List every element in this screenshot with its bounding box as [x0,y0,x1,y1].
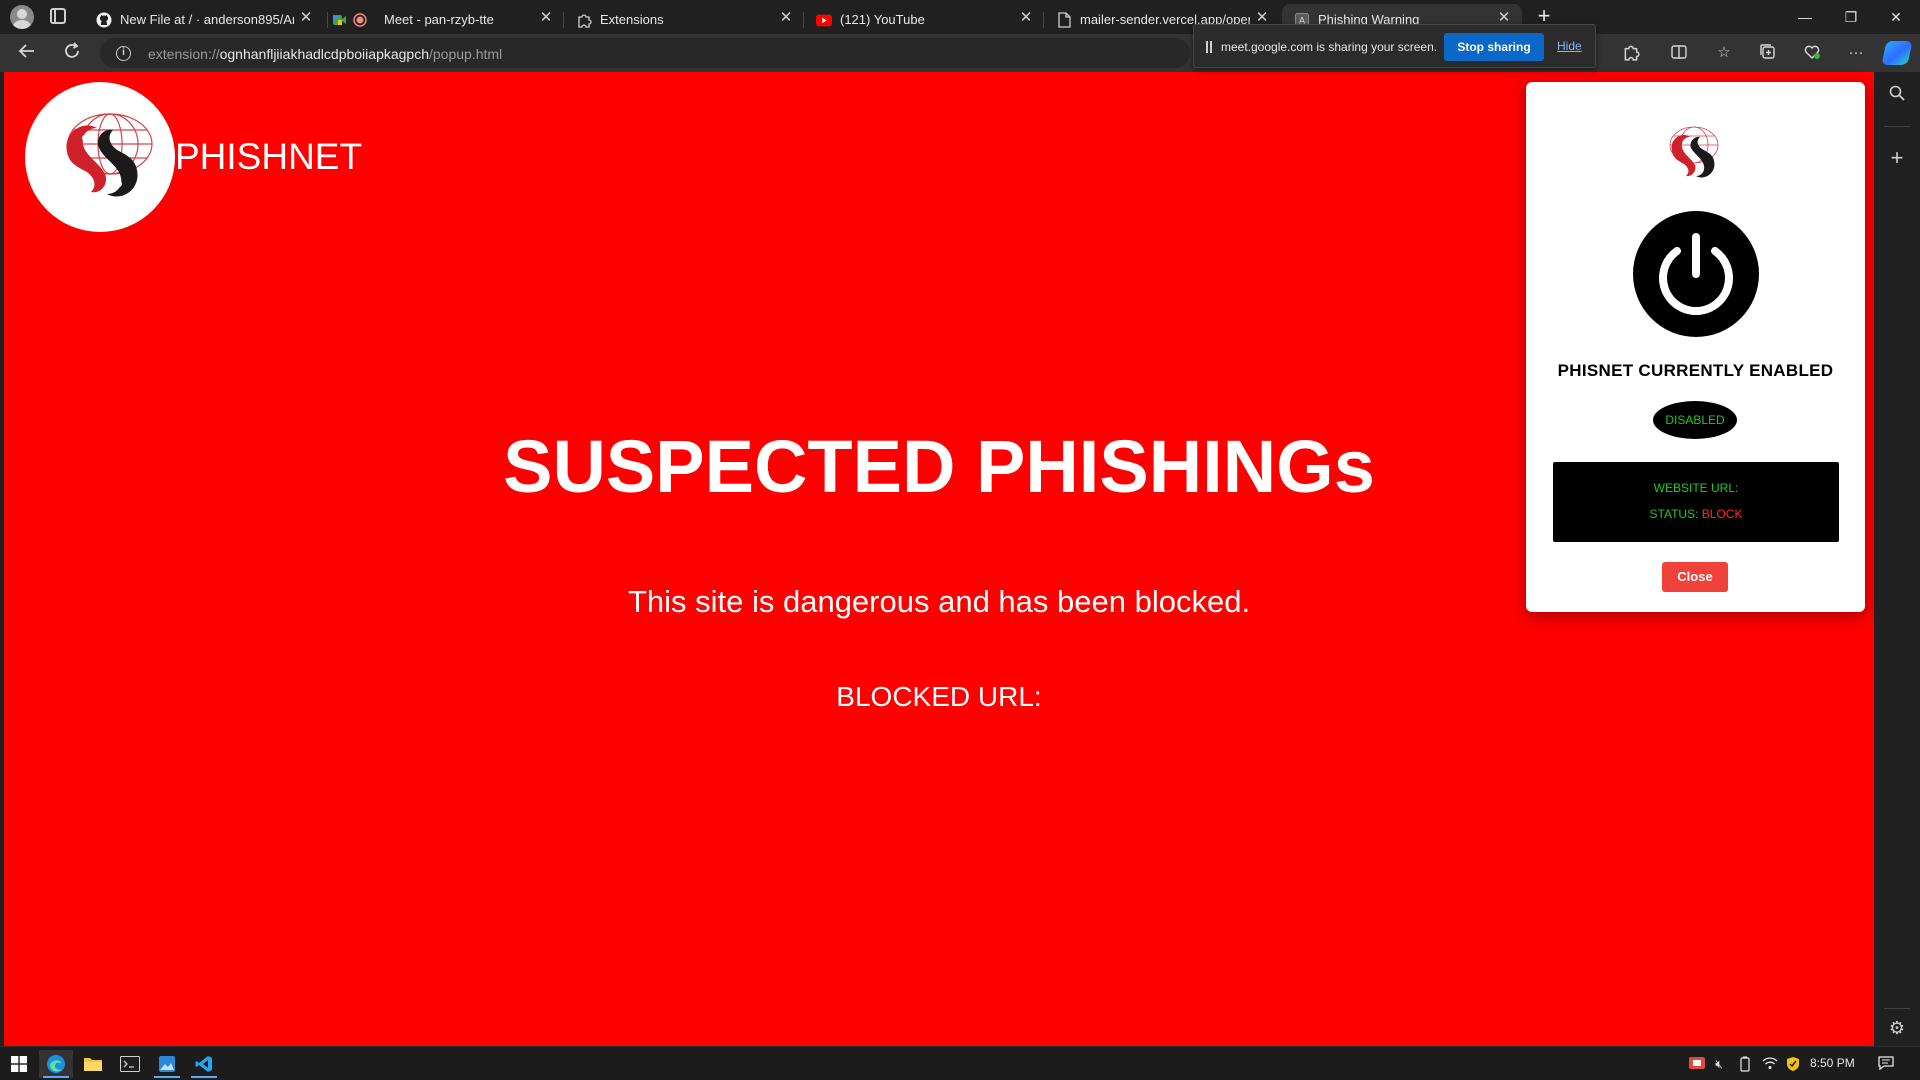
screen-share-notification: meet.google.com is sharing your screen. … [1193,24,1596,68]
status-value: BLOCK [1701,507,1743,521]
phishnet-fish-logo-icon [66,113,153,197]
battery-icon[interactable] [1737,1056,1753,1072]
youtube-icon [816,12,832,28]
url-status-panel: WEBSITE URL: STATUS: BLOCK [1553,462,1839,542]
meet-icon [332,12,348,28]
security-shield-icon[interactable] [1785,1056,1801,1072]
extension-status-text: PHISNET CURRENTLY ENABLED [1557,361,1834,380]
terminal-icon[interactable] [113,1050,147,1078]
url-scheme: extension:// [148,46,220,62]
edge-taskbar-icon[interactable] [39,1050,73,1078]
share-message: meet.google.com is sharing your screen. [1221,40,1438,54]
status-row: STATUS: BLOCK [1553,507,1839,521]
stop-sharing-button[interactable]: Stop sharing [1444,33,1544,61]
search-icon[interactable] [1887,84,1907,104]
notifications-icon[interactable] [1878,1056,1894,1072]
browser-essentials-heart-icon[interactable] [1802,43,1822,63]
split-screen-icon[interactable] [1669,43,1689,63]
close-popup-button[interactable]: Close [1662,562,1728,592]
close-window-icon[interactable]: ✕ [1884,6,1908,28]
tab-youtube[interactable]: (121) YouTube ✕ [803,4,1044,34]
recording-icon [352,12,368,28]
url-path: /popup.html [429,46,503,62]
power-icon [1659,233,1733,315]
start-windows-icon[interactable] [2,1050,36,1078]
close-tab-icon[interactable]: ✕ [538,10,554,26]
phishnet-popup-logo-icon [1669,126,1719,178]
tab-title: Meet - pan-rzyb-tte [384,12,494,27]
profile-avatar-icon[interactable] [10,5,34,29]
sidebar-settings-gear-icon[interactable]: ⚙ [1887,1018,1907,1038]
more-menu-icon[interactable]: ··· [1846,43,1866,63]
tab-meet[interactable]: Meet - pan-rzyb-tte ✕ [327,4,564,34]
site-info-icon[interactable]: i [116,46,131,61]
windows-taskbar: 🔇︎ 8:50 PM [0,1046,1920,1080]
hide-link[interactable]: Hide [1557,39,1582,53]
close-tab-icon[interactable]: ✕ [1018,10,1034,26]
sidebar-divider [1884,126,1910,127]
browser-toolbar: i extension://ognhanfljiiakhadlcdpboiiap… [0,34,1920,72]
address-url[interactable]: extension://ognhanfljiiakhadlcdpboiiapka… [148,46,502,62]
tab-title: Extensions [600,12,664,27]
puzzle-icon [576,12,592,28]
sidebar-divider [1884,1008,1910,1009]
url-host: ognhanfljiiakhadlcdpboiiapkagpch [219,46,429,62]
minimize-icon[interactable]: — [1793,6,1817,28]
disable-toggle-button[interactable]: DISABLED [1653,401,1737,439]
volume-muted-icon[interactable]: 🔇︎ [1711,1056,1727,1072]
edge-sidebar: + ⚙ [1874,72,1920,1046]
drag-handle-icon[interactable] [1206,41,1212,53]
extensions-puzzle-icon[interactable] [1621,43,1641,63]
brand-name: PHISHNET [175,136,363,177]
favorites-star-icon[interactable]: ☆ [1714,43,1734,63]
blocked-url-label: BLOCKED URL: [836,681,1042,712]
restore-icon[interactable]: ❐ [1839,6,1863,28]
power-toggle-button[interactable] [1633,211,1759,337]
page-icon [1056,12,1072,28]
refresh-icon[interactable] [60,41,84,65]
github-icon [96,12,112,28]
tab-title: New File at / · anderson895/AntiP [120,12,294,27]
address-bar[interactable]: i extension://ognhanfljiiakhadlcdpboiiap… [100,38,1190,68]
status-label: STATUS: [1649,507,1699,521]
tab-title: (121) YouTube [840,12,925,27]
close-tab-icon[interactable]: ✕ [778,10,794,26]
collections-icon[interactable] [1758,43,1778,63]
close-tab-icon[interactable]: ✕ [298,10,314,26]
tab-extensions[interactable]: Extensions ✕ [563,4,804,34]
photos-app-icon[interactable] [150,1050,184,1078]
tab-strip: New File at / · anderson895/AntiP ✕ Meet… [0,0,1920,34]
tab-actions-icon[interactable] [50,8,66,24]
vscode-icon[interactable] [187,1050,221,1078]
file-explorer-icon[interactable] [76,1050,110,1078]
website-url-label: WEBSITE URL: [1653,481,1739,495]
add-sidebar-app-icon[interactable]: + [1887,147,1907,169]
taskbar-clock[interactable]: 8:50 PM [1810,1056,1855,1070]
screen-share-tray-icon[interactable] [1689,1056,1705,1072]
phishnet-logo [25,82,175,232]
wifi-icon[interactable] [1762,1056,1778,1072]
extension-popup: PHISNET CURRENTLY ENABLED DISABLED WEBSI… [1526,82,1865,612]
tab-github[interactable]: New File at / · anderson895/AntiP ✕ [84,4,324,34]
back-arrow-icon[interactable] [15,41,39,65]
